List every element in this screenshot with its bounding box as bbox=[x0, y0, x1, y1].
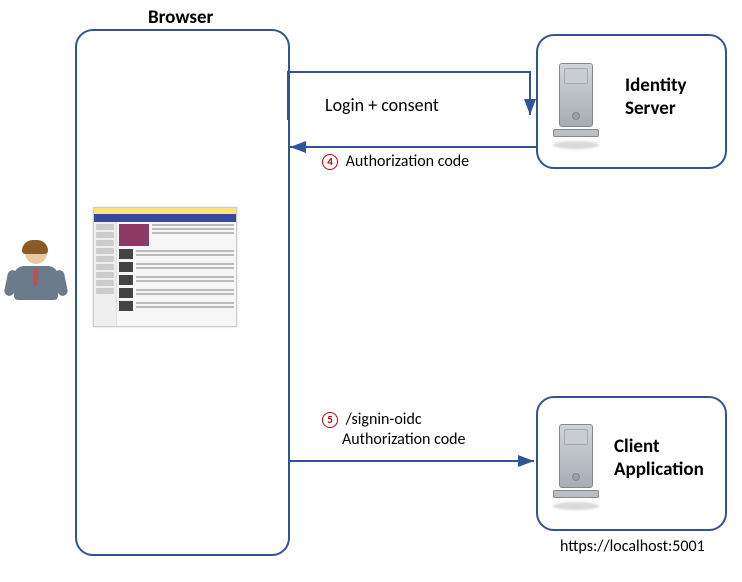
step5-line2: Authorization code bbox=[342, 430, 466, 449]
step4-text: Authorization code bbox=[346, 152, 470, 171]
step5-line1: /signin-oidc bbox=[346, 410, 422, 429]
user-icon bbox=[8, 242, 63, 322]
client-app-title: Client Application ClientApplication bbox=[614, 436, 704, 482]
client-url: https://localhost:5001 bbox=[560, 537, 705, 556]
step4-label: 4 Authorization code bbox=[322, 152, 469, 171]
server-icon bbox=[553, 424, 599, 506]
step4-number: 4 bbox=[322, 154, 338, 170]
identity-server-title: Identity Server IdentityServer bbox=[625, 75, 687, 121]
signin-oidc-arrow bbox=[286, 454, 538, 468]
step5-label: 5 /signin-oidc Authorization code bbox=[322, 410, 466, 450]
step5-number: 5 bbox=[322, 412, 338, 428]
browser-page-mock bbox=[93, 207, 237, 327]
login-consent-label: Login + consent bbox=[325, 94, 439, 116]
browser-title: Browser bbox=[148, 6, 213, 29]
server-icon bbox=[553, 63, 599, 145]
